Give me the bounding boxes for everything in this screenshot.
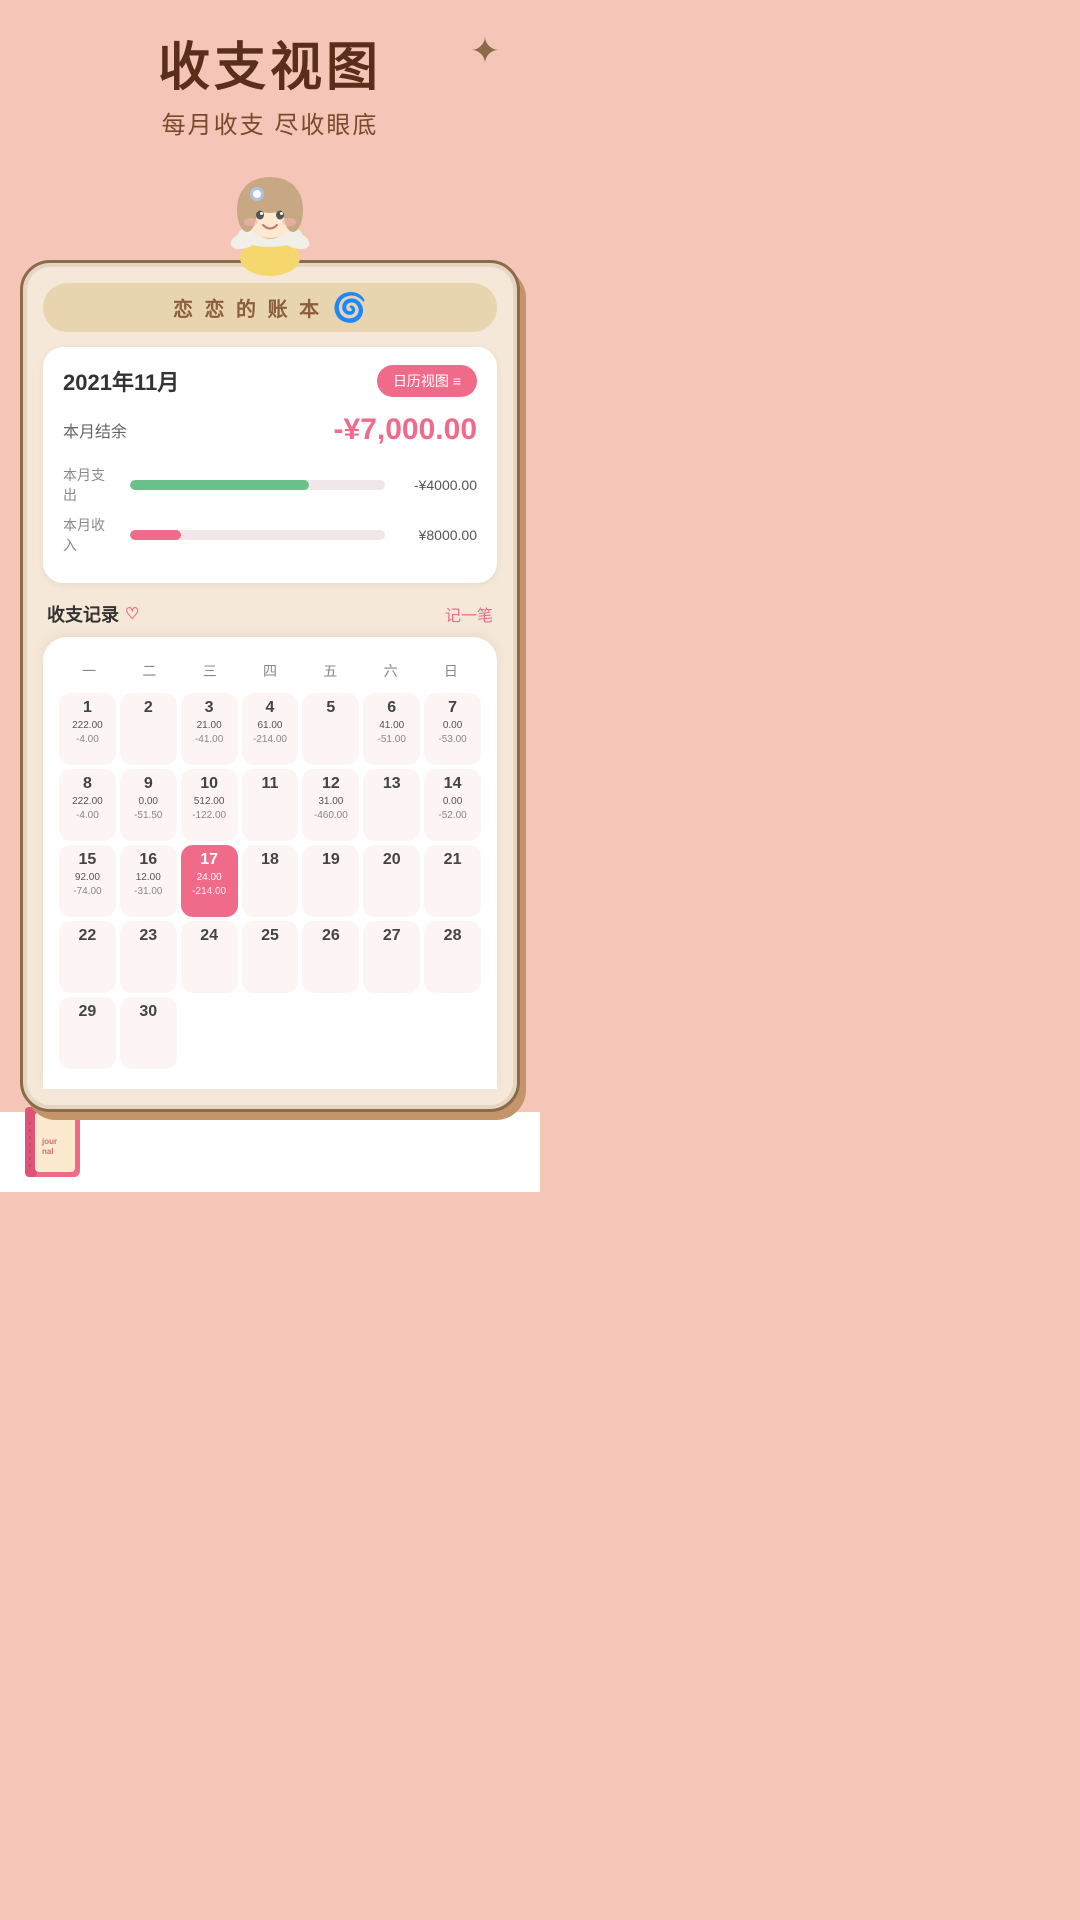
calendar-cell[interactable]: 29 <box>59 997 116 1069</box>
weekday-sun: 日 <box>421 657 481 685</box>
calendar-cell[interactable]: 23 <box>120 921 177 993</box>
income-progress-fill <box>130 530 181 540</box>
weekday-fri: 五 <box>300 657 360 685</box>
svg-text:jour: jour <box>41 1137 57 1146</box>
weekday-mon: 一 <box>59 657 119 685</box>
calendar-cell[interactable]: 20 <box>363 845 420 917</box>
record-section: 收支记录 ♡ 记一笔 <box>43 601 497 627</box>
app-name-text: 恋 恋 的 账 本 <box>173 293 322 322</box>
calendar-grid: 1222.00-4.002321.00-41.00461.00-214.0056… <box>59 693 481 1069</box>
sparkle-decoration: ✦ <box>470 30 500 72</box>
expense-label: 本月支出 <box>63 465 118 505</box>
character-illustration <box>205 150 335 280</box>
expense-amount: -¥4000.00 <box>397 477 477 493</box>
balance-amount: -¥7,000.00 <box>334 413 477 447</box>
calendar-cell[interactable]: 24 <box>181 921 238 993</box>
svg-text:nal: nal <box>42 1147 54 1156</box>
calendar-cell[interactable]: 1222.00-4.00 <box>59 693 116 765</box>
calendar-cell[interactable]: 22 <box>59 921 116 993</box>
expense-row: 本月支出 -¥4000.00 <box>63 465 477 505</box>
character-area <box>0 150 540 280</box>
weekday-thu: 四 <box>240 657 300 685</box>
income-row: 本月收入 ¥8000.00 <box>63 515 477 555</box>
weekday-tue: 二 <box>119 657 179 685</box>
balance-label: 本月结余 <box>63 418 127 442</box>
calendar-cell[interactable]: 1724.00-214.00 <box>181 845 238 917</box>
sun-icon: 🌀 <box>332 291 367 324</box>
income-amount: ¥8000.00 <box>397 527 477 543</box>
calendar-cell[interactable]: 5 <box>302 693 359 765</box>
calendar-cell[interactable]: 10512.00-122.00 <box>181 769 238 841</box>
calendar-cell[interactable]: 11 <box>242 769 299 841</box>
calendar-cell[interactable]: 21 <box>424 845 481 917</box>
calendar-cell[interactable]: 27 <box>363 921 420 993</box>
bottom-area: jour nal <box>0 1112 540 1192</box>
calendar-cell[interactable]: 461.00-214.00 <box>242 693 299 765</box>
calendar-view-button[interactable]: 日历视图 ≡ <box>377 365 477 397</box>
calendar-cell[interactable]: 30 <box>120 997 177 1069</box>
calendar-cell[interactable]: 1592.00-74.00 <box>59 845 116 917</box>
calendar-cell[interactable]: 641.00-51.00 <box>363 693 420 765</box>
month-label: 2021年11月 <box>63 365 179 397</box>
income-progress-bar <box>130 530 385 540</box>
calendar-cell[interactable]: 70.00-53.00 <box>424 693 481 765</box>
calendar-cell[interactable]: 8222.00-4.00 <box>59 769 116 841</box>
calendar-cell[interactable]: 26 <box>302 921 359 993</box>
month-card: 2021年11月 日历视图 ≡ 本月结余 -¥7,000.00 本月支出 -¥4… <box>43 347 497 583</box>
header-section: ✦ 收支视图 每月收支 尽收眼底 <box>0 0 540 140</box>
weekday-sat: 六 <box>360 657 420 685</box>
weekday-wed: 三 <box>180 657 240 685</box>
add-record-button[interactable]: 记一笔 <box>445 602 493 626</box>
app-name-banner: 恋 恋 的 账 本 🌀 <box>43 283 497 332</box>
record-title: 收支记录 ♡ <box>47 601 139 627</box>
balance-row: 本月结余 -¥7,000.00 <box>63 413 477 447</box>
calendar-cell[interactable]: 19 <box>302 845 359 917</box>
calendar-cell[interactable]: 90.00-51.50 <box>120 769 177 841</box>
expense-progress-fill <box>130 480 309 490</box>
calendar-cell[interactable]: 140.00-52.00 <box>424 769 481 841</box>
calendar-cell[interactable]: 1231.00-460.00 <box>302 769 359 841</box>
calendar-cell[interactable]: 25 <box>242 921 299 993</box>
calendar-cell[interactable]: 28 <box>424 921 481 993</box>
heart-icon: ♡ <box>125 604 139 624</box>
calendar-cell[interactable]: 13 <box>363 769 420 841</box>
main-title: 收支视图 <box>20 40 520 97</box>
month-card-header: 2021年11月 日历视图 ≡ <box>63 365 477 397</box>
calendar-weekdays: 一 二 三 四 五 六 日 <box>59 657 481 685</box>
sub-title: 每月收支 尽收眼底 <box>20 105 520 140</box>
calendar-cell[interactable]: 2 <box>120 693 177 765</box>
calendar-cell[interactable]: 321.00-41.00 <box>181 693 238 765</box>
page-wrapper: ✦ 收支视图 每月收支 尽收眼底 <box>0 0 540 1192</box>
expense-progress-bar <box>130 480 385 490</box>
calendar-cell[interactable]: 18 <box>242 845 299 917</box>
calendar-section: 一 二 三 四 五 六 日 1222.00-4.002321.00-41.004… <box>43 637 497 1089</box>
income-label: 本月收入 <box>63 515 118 555</box>
journal-book-icon: jour nal <box>20 1102 90 1182</box>
calendar-cell[interactable]: 1612.00-31.00 <box>120 845 177 917</box>
notebook-container: 恋 恋 的 账 本 🌀 2021年11月 日历视图 ≡ 本月结余 -¥7,000… <box>20 260 520 1112</box>
